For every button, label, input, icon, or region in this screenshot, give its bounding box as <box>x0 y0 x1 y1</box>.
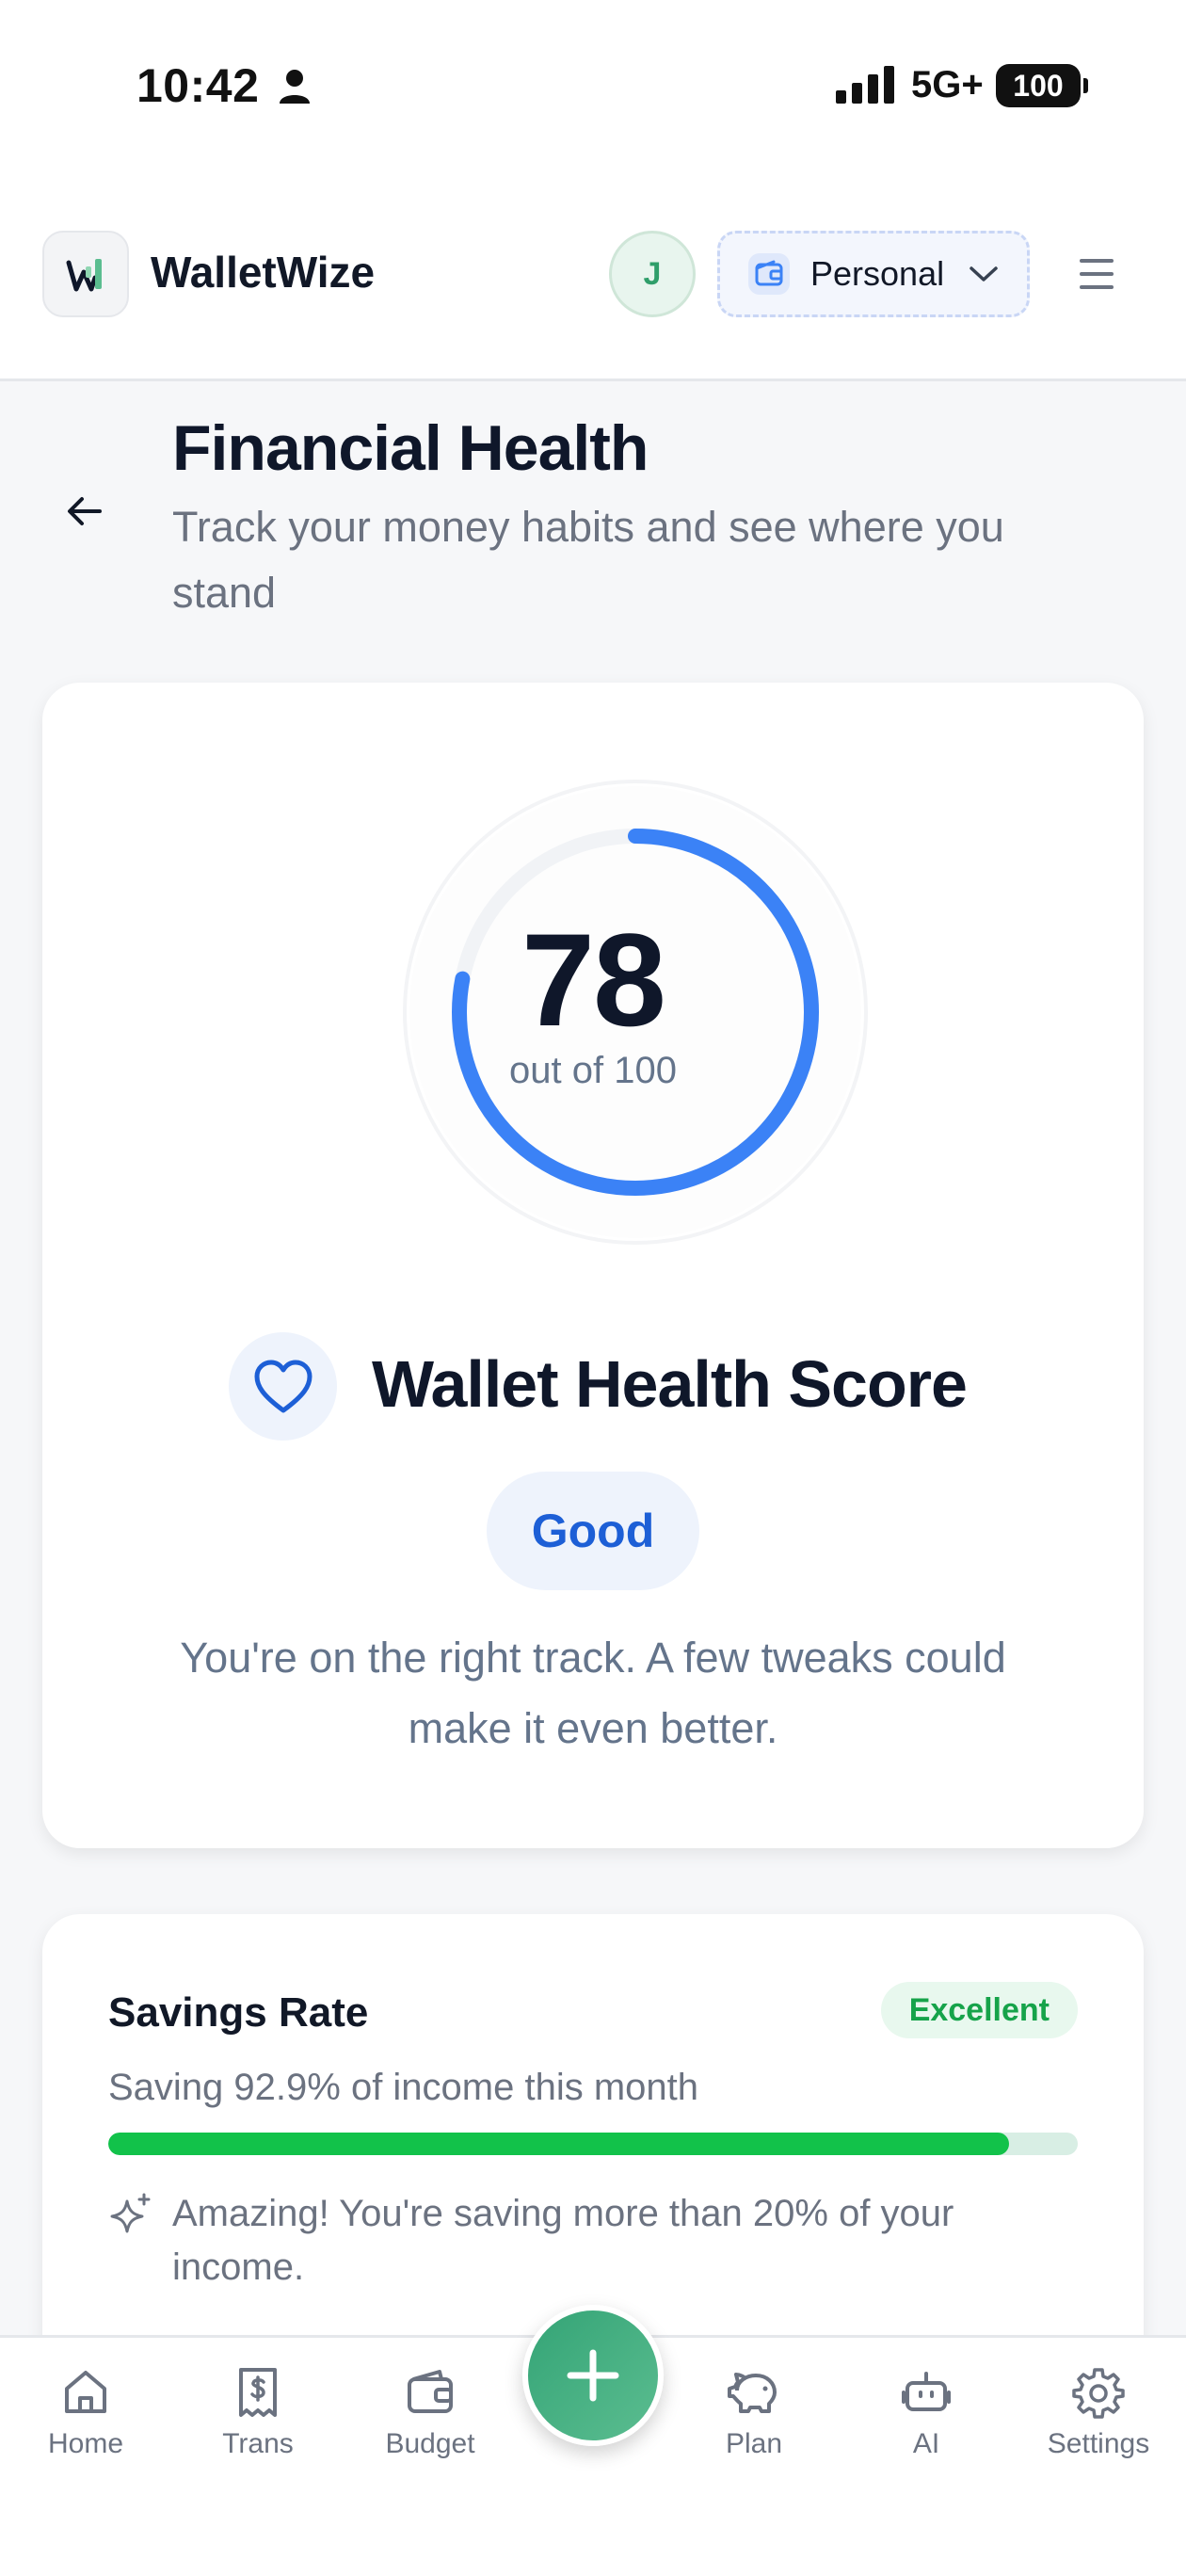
heart-badge <box>229 1332 337 1441</box>
menu-icon[interactable] <box>1078 257 1115 296</box>
savings-progress-track <box>108 2133 1078 2155</box>
nav-settings-label: Settings <box>1047 2428 1150 2459</box>
savings-rate-badge: Excellent <box>880 1982 1078 2038</box>
wallet-label: Personal <box>810 254 945 293</box>
add-transaction-button[interactable] <box>522 2305 664 2446</box>
wallet-selector[interactable]: Personal <box>717 231 1030 317</box>
page-subtitle: Track your money habits and see where yo… <box>172 503 1004 617</box>
heart-icon <box>254 1360 312 1412</box>
nav-trans[interactable]: Trans <box>187 2366 329 2460</box>
nav-plan[interactable]: Plan <box>683 2366 825 2460</box>
nav-trans-label: Trans <box>222 2428 294 2459</box>
robot-icon <box>902 2372 951 2411</box>
score-value: 78 <box>521 906 666 1054</box>
nav-budget[interactable]: Budget <box>360 2366 501 2460</box>
chevron-down-icon <box>970 266 998 282</box>
score-title: Wallet Health Score <box>372 1347 968 1421</box>
page-header: Financial Health Track your money habits… <box>0 381 1186 664</box>
nav-settings[interactable]: Settings <box>1028 2366 1169 2460</box>
wallet-icon <box>748 253 790 295</box>
status-time: 10:42 <box>136 59 260 112</box>
savings-progress-fill <box>108 2133 1009 2155</box>
sparkle-icon <box>108 2192 153 2242</box>
nav-home[interactable]: Home <box>15 2366 156 2460</box>
score-max-label: out of 100 <box>509 1050 677 1091</box>
savings-tip: Amazing! You're saving more than 20% of … <box>172 2193 954 2288</box>
savings-rate-title: Savings Rate <box>108 1989 369 2036</box>
savings-rate-text: Saving 92.9% of income this month <box>108 2067 699 2108</box>
battery-indicator: 100 <box>996 64 1088 107</box>
piggy-bank-icon <box>728 2373 777 2413</box>
page-title: Financial Health <box>172 412 649 484</box>
wallet-icon <box>408 2370 453 2413</box>
back-arrow-icon[interactable] <box>66 494 104 533</box>
network-type: 5G+ <box>911 64 984 105</box>
health-score-card: 78 out of 100 Wallet Health Score Good Y… <box>42 683 1144 1848</box>
score-description: You're on the right track. A few tweaks … <box>180 1634 1006 1752</box>
status-bar: 10:42 5G+ 100 <box>0 0 1186 169</box>
rating-badge: Good <box>487 1472 699 1590</box>
nav-home-label: Home <box>47 2428 124 2459</box>
gear-icon <box>1072 2368 1125 2419</box>
app-name: WalletWize <box>151 248 376 297</box>
nav-budget-label: Budget <box>385 2428 475 2459</box>
signal-icon <box>836 66 898 110</box>
home-icon <box>65 2371 106 2413</box>
plus-icon <box>567 2349 619 2402</box>
nav-ai-label: AI <box>912 2428 940 2459</box>
app-header: WalletWize J Personal <box>0 169 1186 381</box>
nav-plan-label: Plan <box>725 2428 783 2459</box>
person-icon <box>278 68 312 110</box>
app-logo[interactable] <box>42 231 129 317</box>
receipt-dollar-icon <box>239 2368 277 2417</box>
logo-icon <box>66 259 102 292</box>
avatar[interactable]: J <box>609 231 696 317</box>
nav-ai[interactable]: AI <box>856 2366 997 2460</box>
